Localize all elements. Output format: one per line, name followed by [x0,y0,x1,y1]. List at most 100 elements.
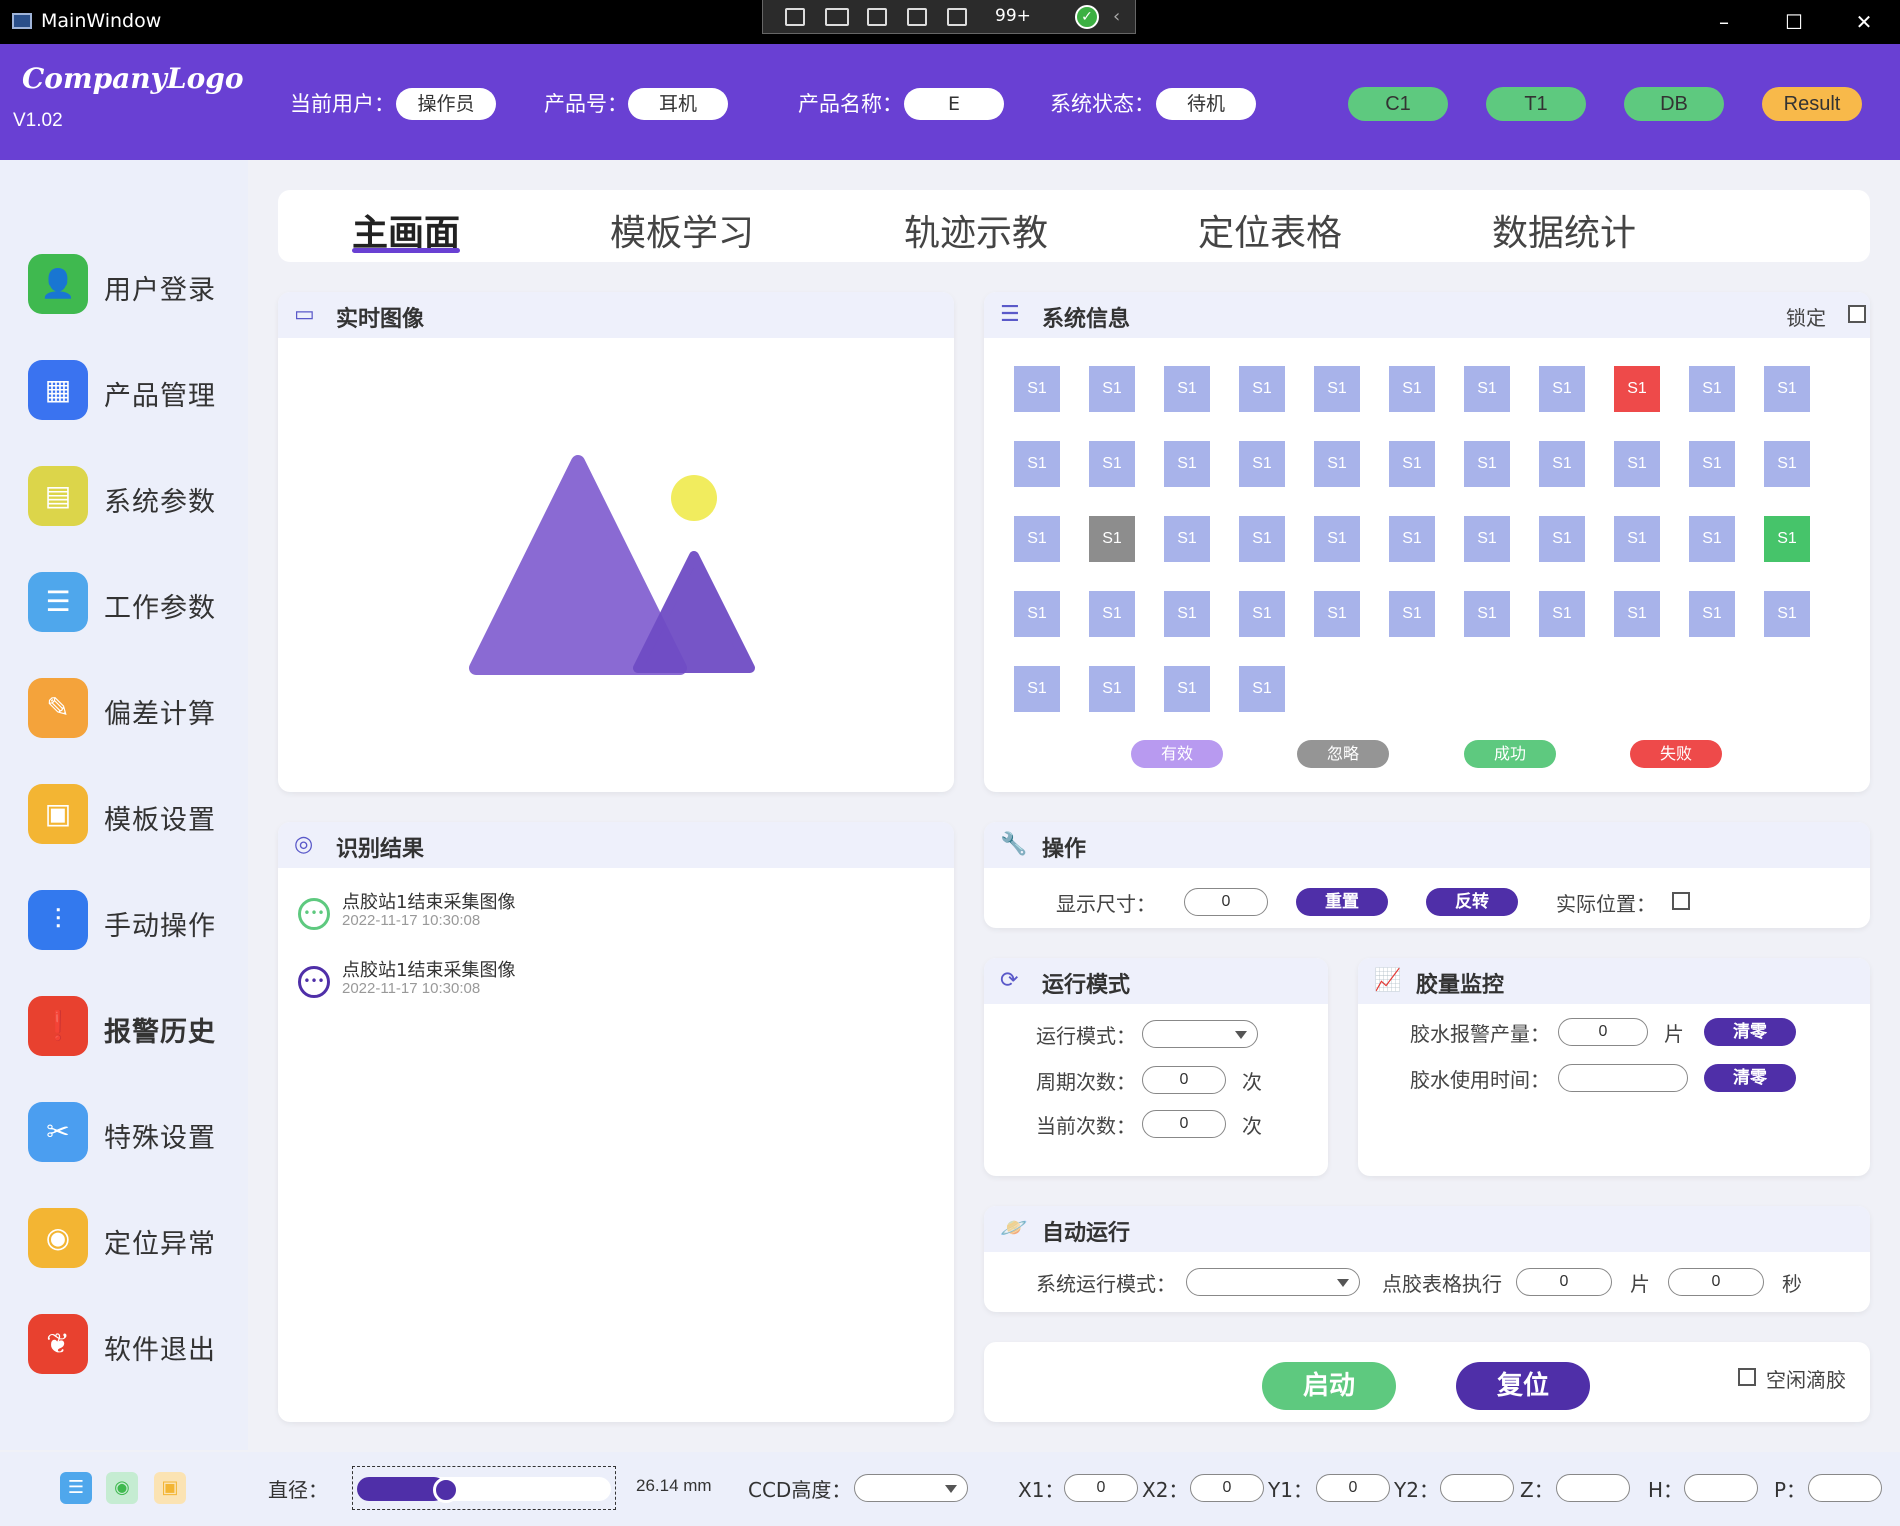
sidebar-item-user-login[interactable]: 👤 用户登录 [28,254,238,318]
dispense-table-exec-input[interactable]: 0 [1516,1268,1612,1296]
sidebar-item-template-settings[interactable]: ▣ 模板设置 [28,784,238,848]
station-cell[interactable]: S1 [1314,366,1360,412]
collapse-chevron-icon[interactable]: ‹ [1113,6,1120,27]
station-cell[interactable]: S1 [1689,366,1735,412]
x1-field[interactable]: 0 [1064,1474,1138,1502]
camera-icon[interactable]: ▣ [154,1472,186,1504]
sidebar-item-work-params[interactable]: ☰ 工作参数 [28,572,238,636]
ccd-height-select[interactable] [854,1474,968,1502]
station-cell[interactable]: S1 [1014,516,1060,562]
station-cell[interactable]: S1 [1164,666,1210,712]
run-mode-select[interactable] [1142,1020,1258,1048]
station-cell[interactable]: S1 [1614,441,1660,487]
station-cell[interactable]: S1 [1239,591,1285,637]
system-run-mode-select[interactable] [1186,1268,1360,1296]
tab-template-learning[interactable]: 模板学习 [610,204,754,256]
station-cell[interactable]: S1 [1614,591,1660,637]
p-field[interactable] [1808,1474,1882,1502]
clear-alarm-output-button[interactable]: 清零 [1704,1018,1796,1046]
sidebar-item-special-settings[interactable]: ✂ 特殊设置 [28,1102,238,1166]
live-tree-icon[interactable] [785,8,805,26]
station-cell[interactable]: S1 [1689,516,1735,562]
station-cell[interactable]: S1 [1689,441,1735,487]
station-cell[interactable]: S1 [1539,441,1585,487]
y1-field[interactable]: 0 [1316,1474,1390,1502]
current-count-input[interactable]: 0 [1142,1110,1226,1138]
maximize-icon[interactable]: ☐ [1774,8,1814,36]
flip-button[interactable]: 反转 [1426,888,1518,916]
sidebar-item-product-management[interactable]: ▦ 产品管理 [28,360,238,424]
station-cell[interactable]: S1 [1314,441,1360,487]
glue-use-time-input[interactable] [1558,1064,1688,1092]
minimize-icon[interactable]: – [1704,8,1744,36]
diameter-slider[interactable] [352,1466,616,1510]
sidebar-item-deviation-calc[interactable]: ✎ 偏差计算 [28,678,238,742]
x2-field[interactable]: 0 [1190,1474,1264,1502]
tab-position-table[interactable]: 定位表格 [1198,204,1342,256]
station-cell[interactable]: S1 [1464,516,1510,562]
select-element-icon[interactable] [867,8,887,26]
eye-icon[interactable]: ◉ [106,1472,138,1504]
station-cell[interactable]: S1 [1164,441,1210,487]
sliders-icon[interactable]: ☰ [60,1472,92,1504]
db-button[interactable]: DB [1624,87,1724,121]
station-cell[interactable]: S1 [1089,366,1135,412]
station-cell[interactable]: S1 [1014,441,1060,487]
video-icon[interactable] [825,8,849,26]
station-cell[interactable]: S1 [1089,591,1135,637]
station-cell[interactable]: S1 [1089,516,1135,562]
station-cell[interactable]: S1 [1014,591,1060,637]
display-size-input[interactable]: 0 [1184,888,1268,916]
station-cell[interactable]: S1 [1389,366,1435,412]
station-cell[interactable]: S1 [1314,591,1360,637]
station-cell[interactable]: S1 [1614,516,1660,562]
sidebar-item-location-exception[interactable]: ◉ 定位异常 [28,1208,238,1272]
station-cell[interactable]: S1 [1239,516,1285,562]
sidebar-item-alarm-history[interactable]: ❗ 报警历史 [28,996,238,1060]
idle-drip-checkbox[interactable] [1738,1368,1756,1386]
station-cell[interactable]: S1 [1389,516,1435,562]
check-icon[interactable]: ✓ [1075,5,1099,29]
clear-use-time-button[interactable]: 清零 [1704,1064,1796,1092]
y2-field[interactable] [1440,1474,1514,1502]
tab-statistics[interactable]: 数据统计 [1492,204,1636,256]
cycles-input[interactable]: 0 [1142,1066,1226,1094]
close-icon[interactable]: ✕ [1844,8,1884,36]
start-button[interactable]: 启动 [1262,1362,1396,1410]
station-cell[interactable]: S1 [1164,366,1210,412]
station-cell[interactable]: S1 [1089,441,1135,487]
station-cell[interactable]: S1 [1239,666,1285,712]
glue-alarm-output-input[interactable]: 0 [1558,1018,1648,1046]
reset-view-button[interactable]: 重置 [1296,888,1388,916]
station-cell[interactable]: S1 [1539,366,1585,412]
reset-button[interactable]: 复位 [1456,1362,1590,1410]
station-cell[interactable]: S1 [1314,516,1360,562]
lock-checkbox[interactable] [1848,305,1866,323]
station-cell[interactable]: S1 [1539,516,1585,562]
station-cell[interactable]: S1 [1014,666,1060,712]
station-cell[interactable]: S1 [1389,591,1435,637]
track-focus-icon[interactable] [947,8,967,26]
station-cell[interactable]: S1 [1089,666,1135,712]
binding-error-count[interactable]: 99+ [995,6,1031,26]
layout-adorner-icon[interactable] [907,8,927,26]
tab-trajectory-teaching[interactable]: 轨迹示教 [904,204,1048,256]
station-cell[interactable]: S1 [1389,441,1435,487]
sidebar-item-exit[interactable]: ❦ 软件退出 [28,1314,238,1378]
station-cell[interactable]: S1 [1239,441,1285,487]
station-cell[interactable]: S1 [1764,516,1810,562]
t1-button[interactable]: T1 [1486,87,1586,121]
station-cell[interactable]: S1 [1764,591,1810,637]
z-field[interactable] [1556,1474,1630,1502]
station-cell[interactable]: S1 [1539,591,1585,637]
seconds-input[interactable]: 0 [1668,1268,1764,1296]
station-cell[interactable]: S1 [1764,366,1810,412]
station-cell[interactable]: S1 [1689,591,1735,637]
station-cell[interactable]: S1 [1164,516,1210,562]
station-cell[interactable]: S1 [1239,366,1285,412]
station-cell[interactable]: S1 [1164,591,1210,637]
station-cell[interactable]: S1 [1614,366,1660,412]
station-cell[interactable]: S1 [1014,366,1060,412]
h-field[interactable] [1684,1474,1758,1502]
sidebar-item-system-params[interactable]: ▤ 系统参数 [28,466,238,530]
